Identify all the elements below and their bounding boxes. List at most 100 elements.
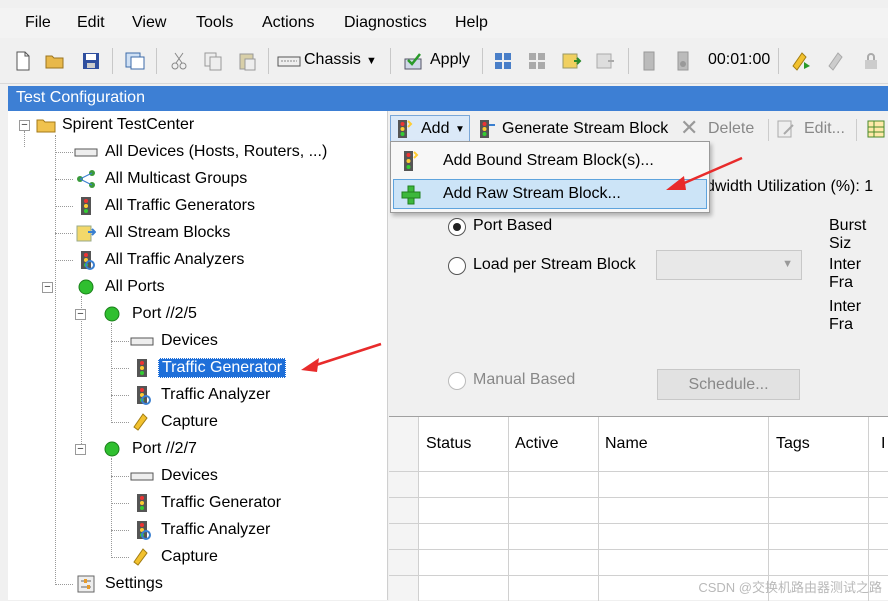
lock-icon[interactable] [860, 50, 882, 72]
tree-node-all-devices[interactable]: All Devices (Hosts, Routers, ...) [48, 140, 388, 164]
config-icon[interactable] [124, 50, 146, 72]
network-icon[interactable] [492, 50, 514, 72]
tree-node-all-analyzers[interactable]: All Traffic Analyzers [48, 248, 388, 272]
stream-block-grid: Status Active Name Tags I [389, 416, 888, 601]
chassis-icon [277, 56, 301, 67]
column-header-tags[interactable]: Tags [776, 435, 810, 489]
chassis-button[interactable]: Chassis [304, 51, 361, 69]
tree-node-all-stream-blocks[interactable]: All Stream Blocks [48, 221, 388, 245]
menu-help[interactable]: Help [455, 14, 488, 32]
settings-icon [77, 575, 95, 593]
network-disabled-icon[interactable] [526, 50, 548, 72]
tree-label: Capture [161, 548, 218, 565]
tree-node-port1-traffic-analyzer[interactable]: Traffic Analyzer [104, 383, 384, 407]
tree-label: Devices [161, 467, 218, 484]
analyzer-disabled-icon[interactable] [672, 50, 694, 72]
menu-diagnostics[interactable]: Diagnostics [344, 14, 427, 32]
tree-node-all-ports[interactable]: − All Ports [42, 275, 382, 299]
table-row[interactable] [389, 549, 888, 550]
capture-icon[interactable] [790, 50, 812, 72]
grid-icon[interactable] [866, 119, 886, 139]
generator-disabled-icon[interactable] [638, 50, 660, 72]
tree-label: All Stream Blocks [105, 224, 231, 241]
menu-view[interactable]: View [132, 14, 166, 32]
device-icon [130, 337, 154, 346]
column-header-active[interactable]: Active [515, 435, 559, 489]
menu-edit[interactable]: Edit [77, 14, 105, 32]
tree-label: All Ports [105, 278, 165, 295]
tree-node-port1-capture[interactable]: Capture [104, 410, 384, 434]
open-folder-icon[interactable] [44, 50, 66, 72]
green-status-icon [78, 279, 94, 295]
cut-icon[interactable] [168, 50, 190, 72]
capture-icon [133, 413, 148, 431]
table-row[interactable] [389, 523, 888, 524]
tree-label: Traffic Analyzer [161, 386, 271, 403]
traffic-generator-icon [81, 197, 91, 215]
tree-node-port2-traffic-generator[interactable]: Traffic Generator [104, 491, 384, 515]
menu-item-label: Add Raw Stream Block... [443, 185, 621, 202]
capture-disabled-icon[interactable] [826, 50, 848, 72]
stream-disabled-icon[interactable] [594, 50, 616, 72]
menu-file[interactable]: File [25, 14, 51, 32]
device-icon [130, 472, 154, 481]
tree-label: Port //2/7 [132, 440, 197, 457]
multicast-icon [77, 170, 95, 188]
load-per-stream-radio[interactable] [448, 257, 466, 275]
tree-node-settings[interactable]: Settings [48, 572, 348, 596]
tree-label: All Traffic Analyzers [105, 251, 245, 268]
tree-node-port-2-7[interactable]: − Port //2/7 [74, 437, 374, 461]
collapse-icon[interactable]: − [42, 282, 53, 293]
manual-based-radio[interactable] [448, 372, 466, 390]
stream-icon[interactable] [560, 50, 582, 72]
load-per-stream-select[interactable]: ▼ [656, 250, 802, 280]
table-row[interactable] [389, 497, 888, 498]
delete-button[interactable]: Delete [708, 120, 754, 138]
tree-label: Traffic Analyzer [161, 521, 271, 538]
menu-tools[interactable]: Tools [196, 14, 233, 32]
copy-icon[interactable] [202, 50, 224, 72]
tree-node-all-multicast[interactable]: All Multicast Groups [48, 167, 388, 191]
column-header-i[interactable]: I [881, 435, 885, 489]
tree-node-port2-devices[interactable]: Devices [104, 464, 384, 488]
add-button[interactable]: Add ▼ [390, 115, 470, 143]
paste-icon[interactable] [236, 50, 258, 72]
traffic-analyzer-icon [81, 251, 95, 270]
schedule-button[interactable]: Schedule... [657, 369, 800, 400]
capture-icon [133, 548, 148, 566]
table-row[interactable] [389, 471, 888, 472]
row-header-column [389, 417, 418, 601]
load-per-stream-label: Load per Stream Block [473, 256, 636, 273]
apply-icon [404, 53, 422, 70]
tree-node-port-2-5[interactable]: − Port //2/5 [74, 302, 374, 326]
tree-label: Traffic Generator [161, 494, 282, 511]
grid-column-line [508, 417, 509, 601]
column-header-name[interactable]: Name [605, 435, 648, 489]
toolbar-separator [482, 48, 483, 74]
tree-label: All Multicast Groups [105, 170, 248, 187]
tree-node-port2-capture[interactable]: Capture [104, 545, 384, 569]
table-row[interactable] [389, 575, 888, 576]
column-header-status[interactable]: Status [426, 435, 471, 489]
tree-line [111, 476, 129, 477]
tree-line [111, 503, 129, 504]
menu-actions[interactable]: Actions [262, 14, 314, 32]
tree-node-root[interactable]: − Spirent TestCenter [16, 113, 376, 137]
toolbar-separator [628, 48, 629, 74]
tree-label-selected: Traffic Generator [158, 358, 287, 378]
collapse-icon[interactable]: − [75, 444, 86, 455]
grid-column-line [768, 417, 769, 601]
tree-node-all-generators[interactable]: All Traffic Generators [48, 194, 388, 218]
edit-button[interactable]: Edit... [804, 120, 845, 138]
chevron-down-icon[interactable]: ▼ [366, 55, 377, 67]
collapse-icon[interactable]: − [19, 120, 30, 131]
apply-button[interactable]: Apply [430, 51, 470, 69]
traffic-generator-icon [137, 359, 147, 377]
tree-node-port2-traffic-analyzer[interactable]: Traffic Analyzer [104, 518, 384, 542]
port-based-radio[interactable] [448, 218, 466, 236]
new-file-icon[interactable] [12, 50, 34, 72]
save-icon[interactable] [80, 50, 102, 72]
grid-column-line [418, 417, 419, 601]
collapse-icon[interactable]: − [75, 309, 86, 320]
generate-stream-block-button[interactable]: Generate Stream Block [502, 120, 668, 138]
